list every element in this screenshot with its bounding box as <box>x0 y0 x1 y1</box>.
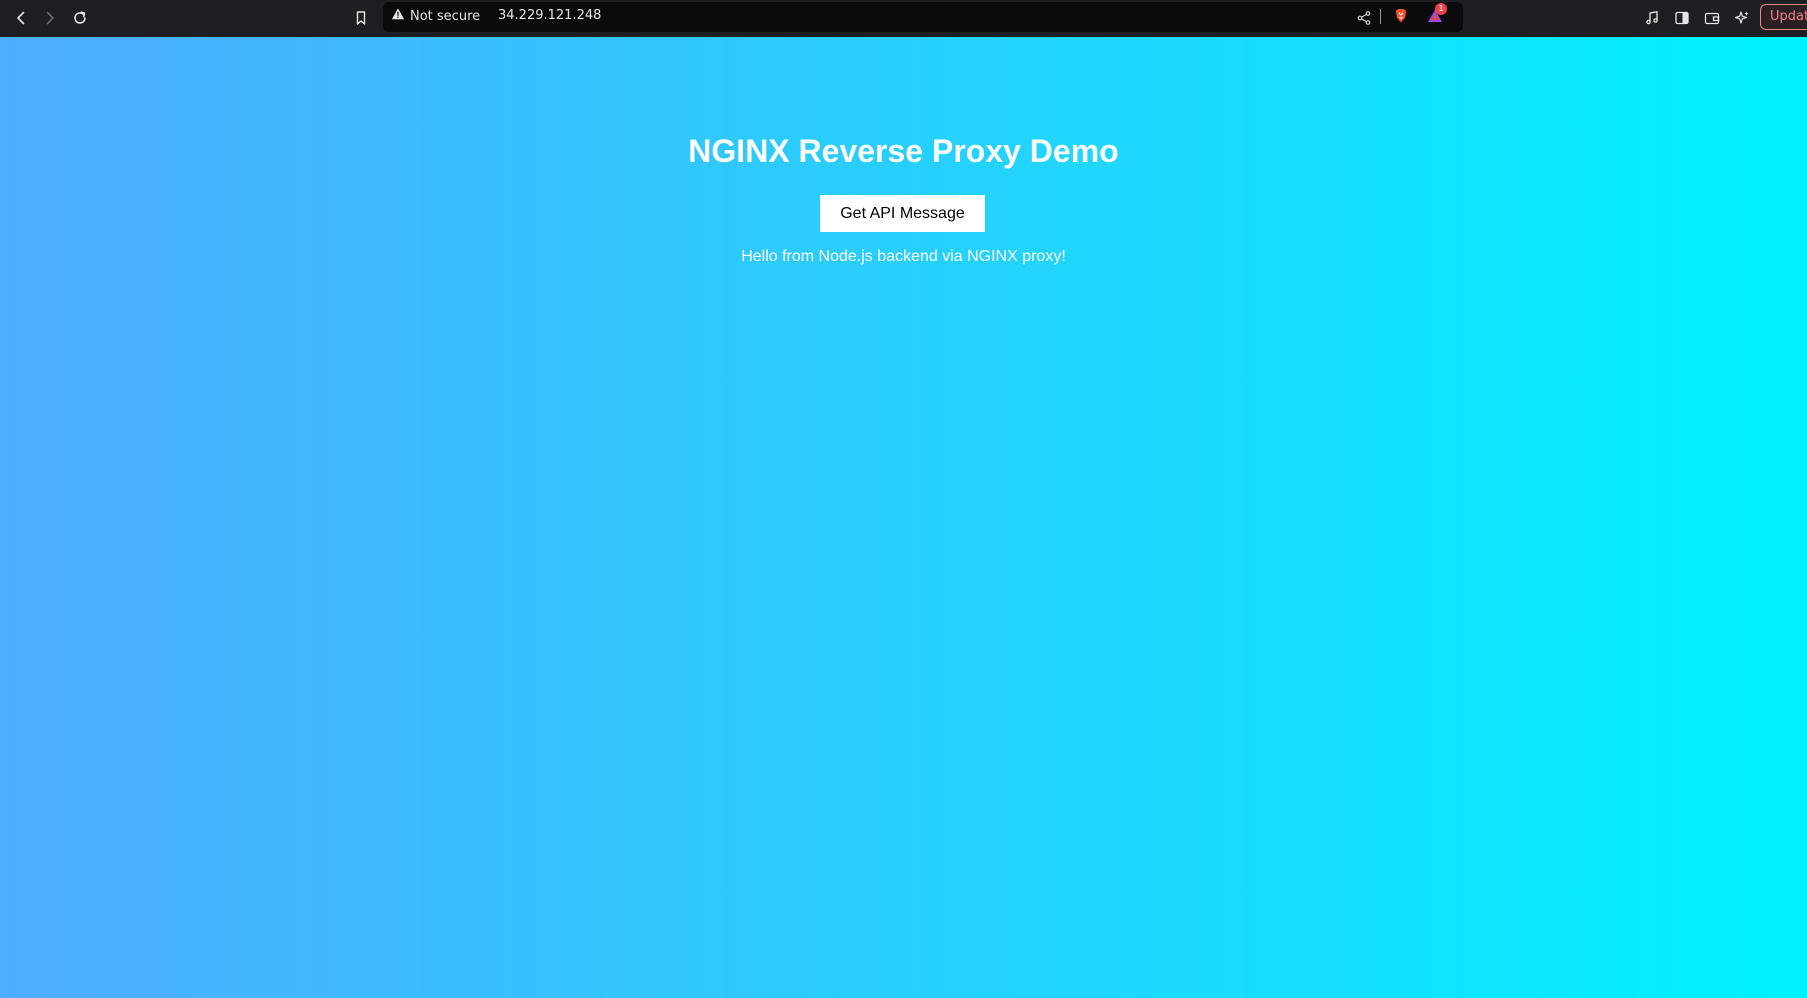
page-title: NGINX Reverse Proxy Demo <box>688 133 1119 169</box>
wallet-icon[interactable] <box>1701 7 1723 29</box>
toolbar-divider <box>1380 9 1381 24</box>
url-text[interactable]: 34.229.121.248 <box>498 8 601 23</box>
forward-arrow-icon[interactable] <box>39 7 61 29</box>
rewards-badge: 1 <box>1435 3 1447 15</box>
sidebar-icon[interactable] <box>1671 7 1693 29</box>
update-button[interactable]: Updat <box>1760 4 1807 30</box>
leo-ai-icon[interactable] <box>1731 7 1753 29</box>
brave-shield-icon[interactable] <box>1390 5 1412 27</box>
api-message-text: Hello from Node.js backend via NGINX pro… <box>741 248 1066 265</box>
security-indicator[interactable]: Not secure <box>391 7 480 25</box>
share-icon[interactable] <box>1353 7 1375 29</box>
back-arrow-icon[interactable] <box>10 7 32 29</box>
browser-toolbar: Not secure 34.229.121.248 1 Updat <box>0 0 1807 37</box>
reload-icon[interactable] <box>69 7 91 29</box>
warning-icon <box>391 7 405 25</box>
music-note-icon[interactable] <box>1641 7 1663 29</box>
bookmark-icon[interactable] <box>350 7 372 29</box>
security-label: Not secure <box>410 8 481 24</box>
page-viewport: NGINX Reverse Proxy Demo Get API Message… <box>0 37 1807 998</box>
get-api-message-button[interactable]: Get API Message <box>820 195 985 232</box>
